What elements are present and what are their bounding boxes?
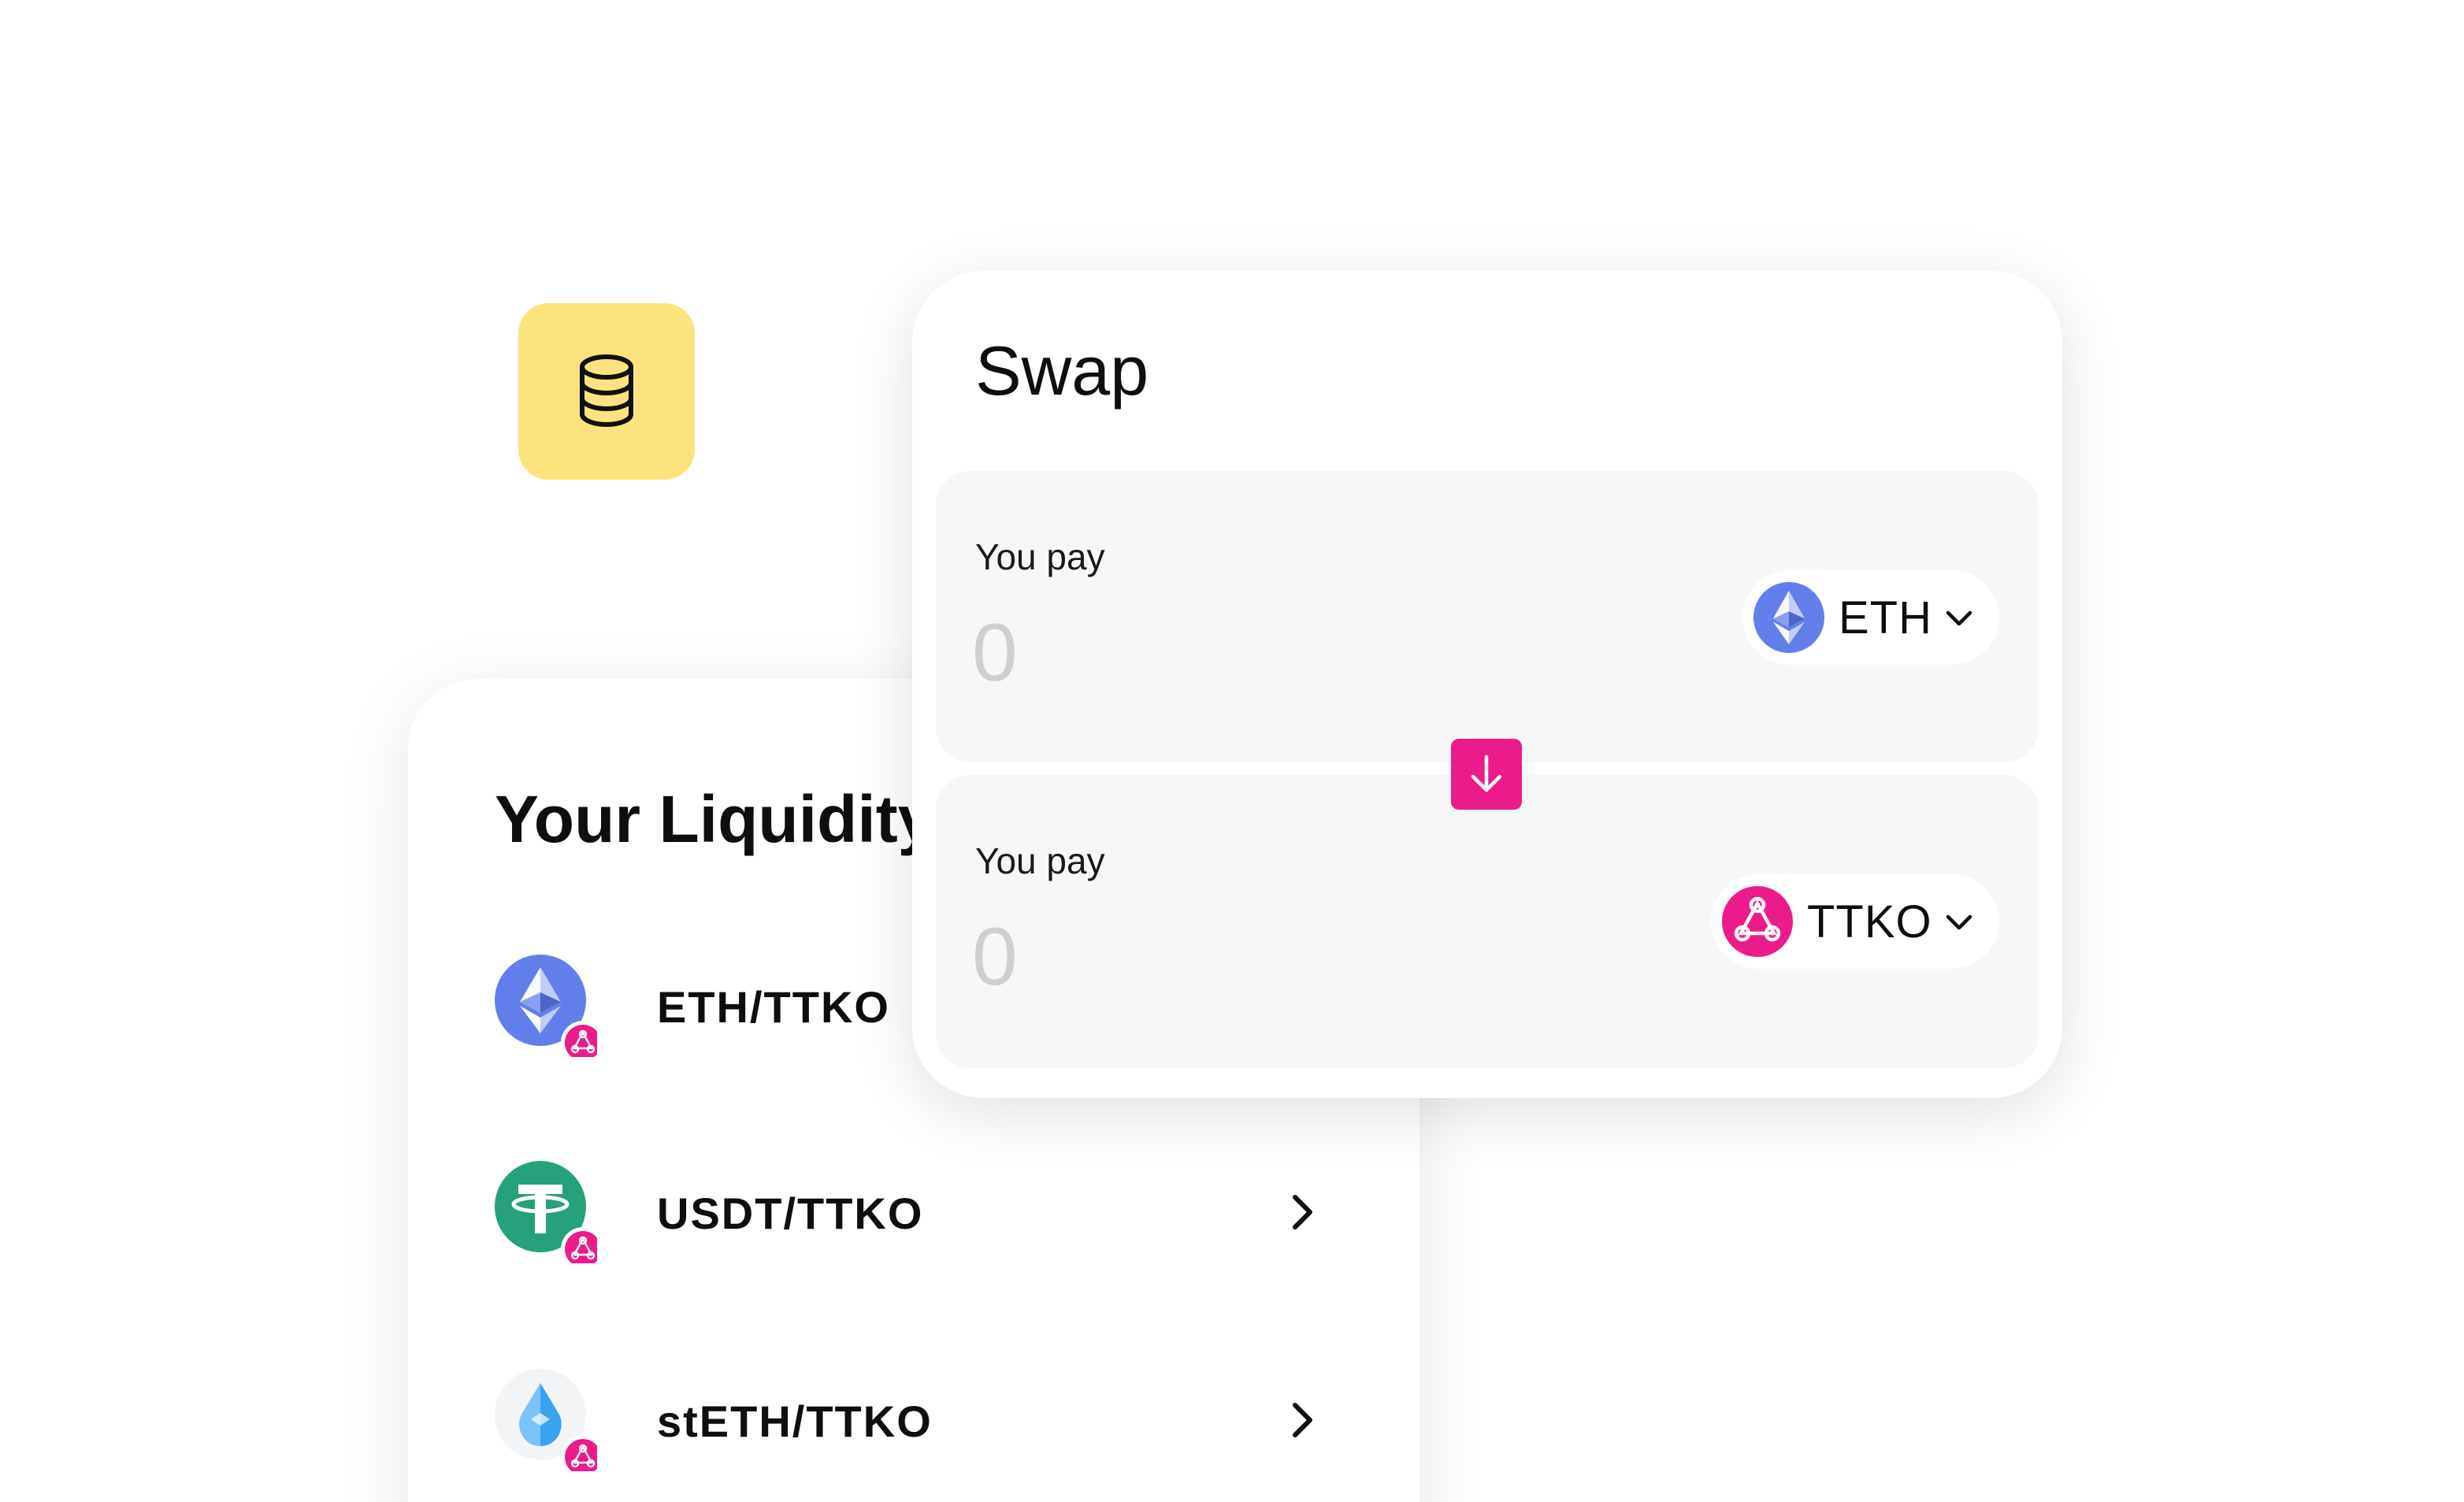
liquidity-row-steth-ttko[interactable]: stETH/TTKO [495, 1369, 1361, 1471]
receive-amount-input[interactable]: 0 [972, 910, 1018, 1004]
pair-label: stETH/TTKO [657, 1396, 933, 1446]
chevron-right-icon[interactable] [1282, 1192, 1322, 1232]
usdt-ttko-pair-icon [495, 1161, 597, 1263]
swap-title: Swap [975, 332, 1149, 410]
chevron-down-icon [1946, 914, 1972, 930]
swap-card: Swap You pay 0 ETH You pay 0 TTKO [912, 271, 2062, 1098]
ttko-icon [1722, 886, 1793, 957]
chevron-down-icon [1946, 610, 1972, 626]
coins-stack-icon [580, 354, 633, 428]
receive-box: You pay 0 TTKO [936, 775, 2039, 1068]
pair-label: USDT/TTKO [657, 1189, 924, 1238]
pay-amount-input[interactable]: 0 [972, 606, 1018, 700]
pay-box: You pay 0 ETH [936, 471, 2039, 762]
steth-ttko-pair-icon [495, 1369, 597, 1471]
eth-icon [1753, 582, 1824, 653]
liquidity-title: Your Liquidity [495, 782, 935, 856]
eth-ttko-pair-icon [495, 955, 597, 1057]
switch-direction-button[interactable] [1451, 739, 1522, 810]
coins-badge [518, 303, 695, 480]
arrow-down-icon [1471, 755, 1502, 792]
pay-token-symbol: ETH [1839, 592, 1932, 643]
pair-label: ETH/TTKO [657, 982, 890, 1032]
pay-token-selector[interactable]: ETH [1742, 570, 1999, 665]
chevron-right-icon[interactable] [1282, 1400, 1322, 1440]
receive-token-symbol: TTKO [1807, 896, 1932, 948]
receive-token-selector[interactable]: TTKO [1711, 874, 1999, 969]
page: Your Liquidity ETH/TTKO USDT/TTKO stETH/… [0, 0, 2464, 1502]
receive-label: You pay [975, 840, 1105, 881]
liquidity-row-usdt-ttko[interactable]: USDT/TTKO [495, 1161, 1361, 1263]
pay-label: You pay [975, 536, 1105, 577]
